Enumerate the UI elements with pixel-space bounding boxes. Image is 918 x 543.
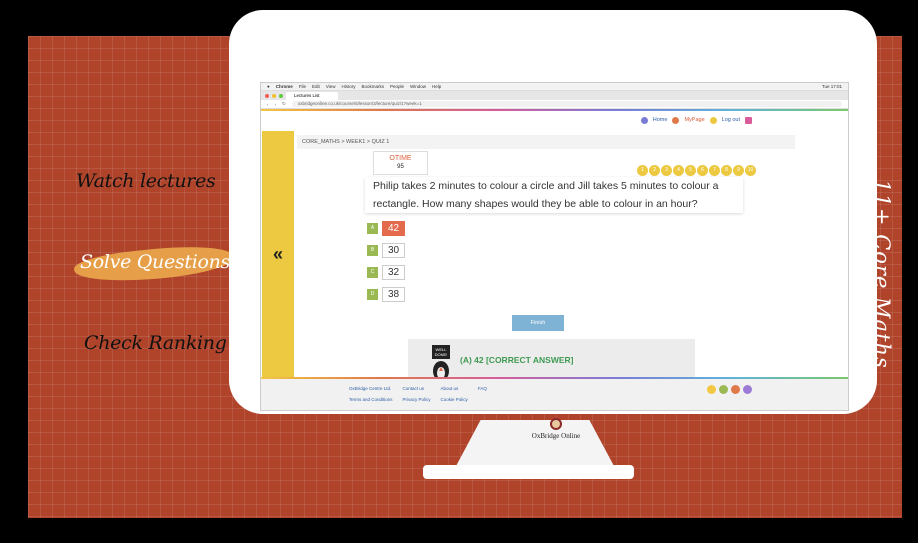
answer-option-c[interactable]: C 32 bbox=[367, 265, 406, 280]
option-letter: B bbox=[367, 245, 378, 256]
footer-link-contact[interactable]: Contact us bbox=[403, 386, 431, 391]
svg-text:DONE!: DONE! bbox=[435, 352, 448, 357]
watch-lectures-label: Watch lectures bbox=[76, 170, 216, 192]
option-letter: A bbox=[367, 223, 378, 234]
option-letter: C bbox=[367, 267, 378, 278]
reload-icon[interactable]: ↻ bbox=[282, 101, 286, 107]
question-number-button[interactable]: 3 bbox=[661, 165, 672, 176]
social-links bbox=[707, 385, 752, 394]
quiz-content: « CORE_MATHS > WEEK1 > QUIZ 1 OTIME 95 1… bbox=[261, 131, 848, 381]
option-value: 42 bbox=[382, 221, 406, 236]
apple-icon[interactable]: ● bbox=[267, 84, 270, 89]
tab-bar: Lectures List bbox=[261, 91, 848, 100]
menu-file[interactable]: File bbox=[299, 84, 306, 89]
nav-mypage[interactable]: MyPage bbox=[684, 117, 704, 123]
question-number-button[interactable]: 6 bbox=[697, 165, 708, 176]
quiz-timer: OTIME 95 bbox=[373, 151, 428, 175]
footer-link-faq[interactable]: FAQ bbox=[478, 386, 487, 391]
nav-home[interactable]: Home bbox=[653, 117, 668, 123]
answer-option-d[interactable]: D 38 bbox=[367, 287, 406, 302]
option-value: 38 bbox=[382, 287, 406, 302]
crest-icon bbox=[550, 418, 562, 430]
top-nav: Home MyPage Log out bbox=[261, 111, 848, 129]
minimize-window-icon[interactable] bbox=[272, 93, 276, 98]
menu-window[interactable]: Window bbox=[410, 84, 426, 89]
menu-help[interactable]: Help bbox=[432, 84, 441, 89]
question-number-button[interactable]: 9 bbox=[733, 165, 744, 176]
collapse-sidebar-button[interactable]: « bbox=[262, 131, 294, 377]
footer-link-about[interactable]: About us bbox=[441, 386, 468, 391]
question-number-list: 1 2 3 4 5 6 7 8 9 10 bbox=[637, 165, 756, 176]
double-chevron-left-icon: « bbox=[272, 243, 283, 264]
question-number-button[interactable]: 5 bbox=[685, 165, 696, 176]
footer-company: OxBridge Centre Ltd. bbox=[349, 386, 392, 391]
question-number-button[interactable]: 7 bbox=[709, 165, 720, 176]
breadcrumb: CORE_MATHS > WEEK1 > QUIZ 1 bbox=[297, 135, 795, 149]
forward-arrow-icon[interactable]: › bbox=[275, 102, 277, 107]
home-icon bbox=[640, 116, 648, 124]
footer-link-terms[interactable]: Terms and Conditions bbox=[349, 397, 393, 402]
answer-option-b[interactable]: B 30 bbox=[367, 243, 406, 258]
owl-mascot-icon: WELL DONE! bbox=[432, 345, 450, 381]
question-text-line1: Philip takes 2 minutes to colour a circl… bbox=[373, 180, 719, 192]
menu-bookmarks[interactable]: Bookmarks bbox=[361, 84, 384, 89]
facebook-icon[interactable] bbox=[707, 385, 716, 394]
mac-menu-bar: ● Chrome File Edit View History Bookmark… bbox=[261, 83, 848, 91]
footer-link-privacy[interactable]: Privacy Policy bbox=[403, 397, 431, 402]
twitter-icon[interactable] bbox=[719, 385, 728, 394]
menu-history[interactable]: History bbox=[341, 84, 355, 89]
solve-questions-label: Solve Questions bbox=[80, 251, 230, 273]
address-bar-row: ‹ › ↻ oxbridgeonline.co.uk/course/5/less… bbox=[261, 100, 848, 109]
browser-tab[interactable]: Lectures List bbox=[286, 91, 338, 100]
timer-value: 95 bbox=[397, 164, 404, 170]
menu-people[interactable]: People bbox=[390, 84, 404, 89]
question-card: Philip takes 2 minutes to colour a circl… bbox=[365, 177, 743, 213]
question-number-button[interactable]: 2 bbox=[649, 165, 660, 176]
menu-edit[interactable]: Edit bbox=[312, 84, 320, 89]
browser-screen: ● Chrome File Edit View History Bookmark… bbox=[260, 82, 849, 411]
option-letter: D bbox=[367, 289, 378, 300]
question-number-button[interactable]: 10 bbox=[745, 165, 756, 176]
option-value: 30 bbox=[382, 243, 406, 258]
answer-result-panel: WELL DONE! (A) 42 [CORRECT ANSWER] bbox=[408, 339, 695, 381]
zoom-window-icon[interactable] bbox=[279, 93, 283, 98]
close-window-icon[interactable] bbox=[265, 93, 269, 98]
monitor-base bbox=[423, 465, 634, 479]
url-input[interactable]: oxbridgeonline.co.uk/course/5/lesson/3/l… bbox=[291, 101, 842, 107]
pinterest-icon[interactable] bbox=[731, 385, 740, 394]
option-value: 32 bbox=[382, 265, 406, 280]
nav-logout[interactable]: Log out bbox=[722, 117, 740, 123]
question-number-button[interactable]: 1 bbox=[637, 165, 648, 176]
back-arrow-icon[interactable]: ‹ bbox=[267, 102, 269, 107]
check-ranking-label: Check Ranking bbox=[84, 332, 227, 354]
site-footer: OxBridge Centre Ltd. Contact us About us… bbox=[261, 379, 848, 410]
notification-icon[interactable] bbox=[745, 116, 752, 124]
timer-label: OTIME bbox=[389, 155, 412, 162]
finish-button[interactable]: Finish bbox=[512, 315, 564, 331]
footer-link-cookie[interactable]: Cookie Policy bbox=[441, 397, 468, 402]
question-text-line2: rectangle. How many shapes would they be… bbox=[373, 198, 698, 210]
brand-logo: OxBridge Online bbox=[528, 418, 584, 440]
answer-result-text: (A) 42 [CORRECT ANSWER] bbox=[460, 355, 574, 365]
instagram-icon[interactable] bbox=[743, 385, 752, 394]
clock: Tue 17:01 bbox=[821, 84, 842, 89]
brand-name: OxBridge Online bbox=[531, 432, 581, 440]
user-icon bbox=[672, 116, 680, 124]
menu-chrome[interactable]: Chrome bbox=[276, 84, 293, 89]
question-number-button[interactable]: 8 bbox=[721, 165, 732, 176]
logout-icon bbox=[709, 116, 717, 124]
menu-view[interactable]: View bbox=[326, 84, 336, 89]
question-number-button[interactable]: 4 bbox=[673, 165, 684, 176]
answer-option-a[interactable]: A 42 bbox=[367, 221, 406, 236]
